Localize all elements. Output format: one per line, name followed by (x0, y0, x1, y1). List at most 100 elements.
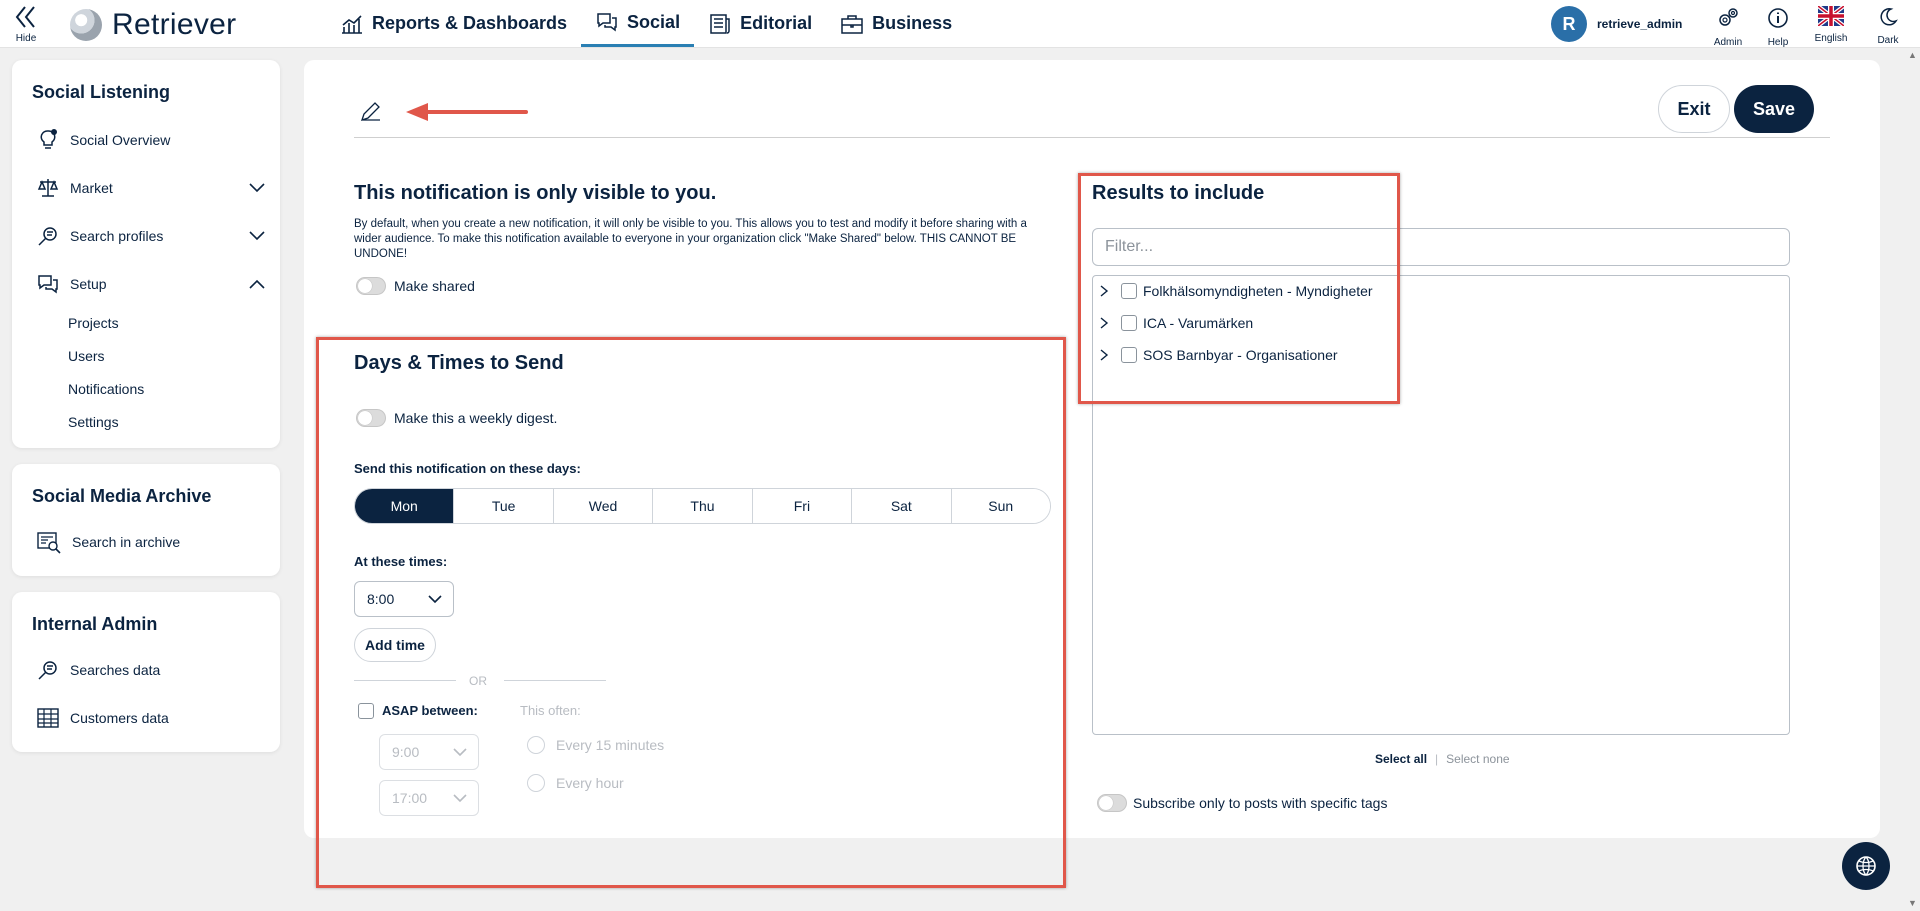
hide-label: Hide (15, 33, 37, 44)
sidebar-item-search-profiles[interactable]: Search profiles (36, 224, 276, 248)
or-divider-right (504, 680, 606, 681)
sidebar-item-search-archive[interactable]: Search in archive (36, 530, 276, 554)
sidebar-item-label: Social Overview (70, 132, 171, 148)
accessibility-button[interactable] (1842, 842, 1890, 890)
results-tree: Folkhälsomyndigheten - Myndigheter ICA -… (1092, 275, 1790, 735)
search-chat-icon (38, 661, 57, 680)
uk-flag-icon (1816, 4, 1846, 28)
hide-sidebar-button[interactable]: Hide (12, 4, 40, 44)
table-grid-icon (37, 708, 59, 728)
sidebar-item-label: Setup (70, 276, 107, 292)
day-wed[interactable]: Wed (552, 489, 653, 523)
tree-item-label: Folkhälsomyndigheten - Myndigheter (1143, 283, 1373, 299)
chevron-up-icon (249, 279, 265, 289)
english-label: English (1814, 33, 1848, 44)
or-label: OR (469, 674, 487, 688)
internal-admin-card: Internal Admin Searches data Customers d… (12, 592, 280, 752)
sidebar-item-market[interactable]: Market (36, 176, 276, 200)
sidebar-item-label: Search in archive (72, 534, 181, 550)
dark-mode-button[interactable]: Dark (1863, 6, 1913, 46)
nav-reports-dashboards[interactable]: Reports & Dashboards (326, 0, 581, 47)
sidebar-subitem-projects[interactable]: Projects (68, 315, 119, 331)
subscribe-tags-toggle[interactable] (1097, 794, 1127, 812)
make-shared-toggle[interactable] (356, 277, 386, 295)
title-divider (354, 137, 1830, 138)
asap-from-select[interactable]: 9:00 (379, 734, 479, 770)
tree-item-checkbox[interactable] (1121, 347, 1137, 363)
edit-title-button[interactable] (358, 100, 384, 129)
info-icon (1768, 8, 1788, 28)
sidebar-subitem-users[interactable]: Users (68, 348, 105, 364)
every-hour-label: Every hour (556, 775, 624, 791)
tree-item-checkbox[interactable] (1121, 315, 1137, 331)
nav-editorial[interactable]: Editorial (694, 0, 826, 47)
times-label: At these times: (354, 554, 448, 569)
logo-mark-icon (70, 9, 102, 41)
dark-label: Dark (1877, 35, 1899, 46)
weekly-digest-label: Make this a weekly digest. (394, 410, 558, 426)
avatar: R (1551, 6, 1587, 42)
save-button[interactable]: Save (1734, 85, 1814, 133)
sidebar-subitem-settings[interactable]: Settings (68, 414, 119, 430)
day-thu[interactable]: Thu (652, 489, 752, 523)
tree-item: SOS Barnbyar - Organisationer (1099, 347, 1338, 363)
scroll-up-arrow[interactable]: ▲ (1908, 50, 1917, 60)
expand-chevron-icon[interactable] (1099, 316, 1115, 330)
help-label: Help (1767, 37, 1789, 48)
select-none-link[interactable]: Select none (1446, 752, 1509, 766)
nav-label: Business (872, 13, 953, 33)
asap-to-select[interactable]: 17:00 (379, 780, 479, 816)
day-mon[interactable]: Mon (355, 489, 454, 523)
social-media-archive-card: Social Media Archive Search in archive (12, 464, 280, 576)
language-button[interactable]: English (1806, 4, 1856, 44)
sidebar-subitem-notifications[interactable]: Notifications (68, 381, 144, 397)
moon-icon (1880, 8, 1898, 26)
expand-chevron-icon[interactable] (1099, 348, 1115, 362)
day-fri[interactable]: Fri (751, 489, 852, 523)
asap-label: ASAP between: (382, 703, 478, 718)
expand-chevron-icon[interactable] (1099, 284, 1115, 298)
sidebar-item-searches-data[interactable]: Searches data (36, 658, 276, 682)
sidebar-item-setup[interactable]: Setup (36, 272, 276, 296)
every-hour-radio[interactable] (527, 774, 545, 792)
every-15-minutes-label: Every 15 minutes (556, 737, 665, 753)
selection-separator: | (1435, 752, 1439, 766)
nav-label: Social (627, 11, 681, 32)
sidebar-item-label: Searches data (70, 662, 161, 678)
scroll-down-arrow[interactable]: ▼ (1908, 898, 1917, 908)
results-filter-input[interactable] (1092, 228, 1790, 266)
newspaper-icon (710, 13, 730, 34)
day-tue[interactable]: Tue (453, 489, 553, 523)
time-select[interactable]: 8:00 (354, 581, 454, 617)
admin-button[interactable]: Admin (1703, 6, 1753, 48)
username: retrieve_admin (1597, 17, 1683, 31)
retriever-logo[interactable]: Retriever (70, 8, 236, 42)
top-bar: Hide Retriever Reports & Dashboards Soci… (0, 0, 1920, 48)
tree-item-label: ICA - Varumärken (1143, 315, 1254, 331)
asap-checkbox[interactable] (358, 703, 374, 719)
scales-icon (37, 179, 59, 197)
social-listening-title: Social Listening (32, 82, 171, 102)
sidebar-item-label: Customers data (70, 710, 169, 726)
nav-social[interactable]: Social (581, 0, 695, 47)
visibility-title: This notification is only visible to you… (354, 182, 717, 204)
help-button[interactable]: Help (1753, 6, 1803, 48)
chevron-down-icon (249, 183, 265, 193)
sidebar-item-social-overview[interactable]: Social Overview (36, 128, 276, 152)
or-divider-left (354, 680, 456, 681)
tree-item-label: SOS Barnbyar - Organisationer (1143, 347, 1338, 363)
every-15-minutes-radio[interactable] (527, 736, 545, 754)
day-sat[interactable]: Sat (851, 489, 951, 523)
weekly-digest-toggle[interactable] (356, 409, 386, 427)
user-menu[interactable]: R retrieve_admin (1551, 6, 1682, 42)
chat-bubbles-icon (38, 275, 58, 294)
exit-button[interactable]: Exit (1658, 85, 1730, 133)
sidebar-item-customers-data[interactable]: Customers data (36, 706, 276, 730)
add-time-button[interactable]: Add time (354, 628, 436, 662)
visibility-description: By default, when you create a new notifi… (354, 218, 1027, 260)
day-sun[interactable]: Sun (950, 489, 1050, 523)
select-all-link[interactable]: Select all (1375, 752, 1427, 766)
tree-item-checkbox[interactable] (1121, 283, 1137, 299)
nav-business[interactable]: Business (826, 0, 966, 47)
lightbulb-icon (40, 129, 57, 149)
